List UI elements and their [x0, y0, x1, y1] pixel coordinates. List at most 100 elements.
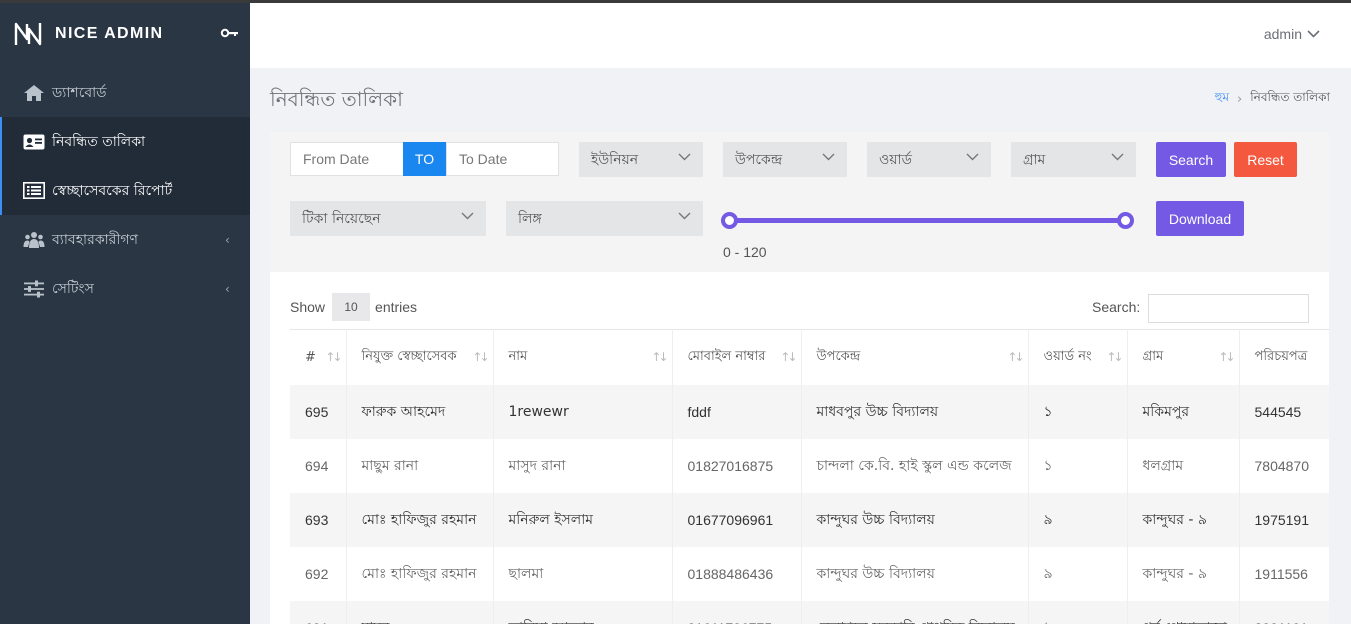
- row-id-card: 1975191: [1239, 492, 1329, 547]
- union-select[interactable]: ইউনিয়ন: [579, 142, 703, 177]
- row-id: 691: [290, 600, 347, 624]
- column-header[interactable]: # ↑↓: [290, 329, 347, 385]
- row-id: 694: [290, 438, 347, 493]
- row-name: মাসুদ রানা: [493, 438, 673, 493]
- row-volunteer: মোঃ হাফিজুর রহমান: [346, 492, 494, 547]
- sidebar-item-users[interactable]: ব্যাবহারকারীগণ ‹: [0, 215, 250, 264]
- row-volunteer: মাছুম রানা: [346, 438, 494, 493]
- column-header[interactable]: ওয়ার্ড নং ↑↓: [1028, 329, 1128, 385]
- table-row[interactable]: 692 মোঃ হাফিজুর রহমান ছালমা 01888486436 …: [290, 546, 1329, 601]
- brand-name: NICE ADMIN: [55, 25, 164, 42]
- sidebar-item-dashboard[interactable]: ড্যাশবোর্ড: [0, 68, 250, 117]
- table-row[interactable]: 695 ফারুক আহমেদ 1rewewr fddf মাধবপুর উচ্…: [290, 384, 1329, 439]
- from-date-input[interactable]: From Date: [290, 142, 404, 176]
- users-icon: [23, 231, 45, 249]
- row-id: 692: [290, 546, 347, 601]
- table-header-row: # ↑↓ নিযুক্ত স্বেচ্ছাসেবক ↑↓ নাম ↑↓ মোবাইল …: [290, 329, 1329, 385]
- page-title: নিবন্ধিত তালিকা: [270, 87, 403, 111]
- user-name: admin: [1263, 26, 1302, 42]
- vaccinated-select-value: টিকা নিয়েছেন: [302, 210, 381, 227]
- row-mobile: fddf: [672, 384, 802, 439]
- page-length-select[interactable]: 10: [332, 293, 371, 321]
- data-table-card: Show 10 entries Search: # ↑↓ নিযুক্ত স্বে…: [270, 272, 1329, 624]
- chevron-left-icon: ‹: [225, 233, 230, 247]
- subcenter-select-value: উপকেন্দ্র: [735, 151, 783, 168]
- sidebar-item-label: নিবন্ধিত তালিকা: [52, 133, 146, 150]
- column-header[interactable]: নিযুক্ত স্বেচ্ছাসেবক ↑↓: [346, 329, 494, 385]
- vaccinated-select[interactable]: টিকা নিয়েছেন: [290, 201, 486, 236]
- row-volunteer: মামুন: [346, 600, 494, 624]
- chevron-left-icon: ‹: [225, 282, 230, 296]
- age-max-handle[interactable]: [1117, 212, 1134, 229]
- sidebar-item-label: ব্যাবহারকারীগণ: [52, 231, 139, 248]
- row-ward: ১: [1028, 438, 1128, 493]
- row-id: 693: [290, 492, 347, 547]
- filter-panel: From Date TO To Date ইউনিয়ন উপকেন্দ্র ও…: [270, 132, 1329, 272]
- sidebar-item-registered-list[interactable]: নিবন্ধিত তালিকা: [0, 117, 250, 166]
- row-mobile: 01611706775: [672, 600, 802, 624]
- sidebar-item-label: ড্যাশবোর্ড: [52, 84, 107, 101]
- age-range-slider[interactable]: [730, 218, 1127, 223]
- row-subcenter: বেলাশহর সরকারি প্রাথমিক বিদ্যালয়: [801, 600, 1029, 624]
- breadcrumb-current: নিবন্ধিত তালিকা: [1250, 90, 1330, 104]
- column-header[interactable]: উপকেন্দ্র ↑↓: [801, 329, 1029, 385]
- sidebar-nav: ড্যাশবোর্ড নিবন্ধিত তালিকা স্বেচ্ছাসেবকে…: [0, 68, 250, 313]
- row-village: পূর্ব পোয়াতাজা: [1127, 600, 1240, 624]
- row-id-card: 1911556: [1239, 546, 1329, 601]
- village-select[interactable]: গ্রাম: [1011, 142, 1136, 177]
- chevron-right-icon: ›: [1237, 91, 1243, 107]
- sort-icon: ↑↓: [1007, 350, 1024, 364]
- list-icon: [23, 182, 45, 200]
- chevron-down-icon: [678, 153, 691, 161]
- row-id-card: 544545: [1239, 384, 1329, 439]
- row-mobile: 01677096961: [672, 492, 802, 547]
- gender-select[interactable]: লিঙ্গ: [506, 201, 703, 236]
- ward-select-value: ওয়ার্ড: [879, 151, 912, 168]
- id-card-icon: [23, 133, 45, 151]
- row-ward: ৯: [1028, 546, 1128, 601]
- chevron-down-icon: [1111, 153, 1124, 161]
- sidebar-item-label: সেটিংস: [52, 280, 94, 297]
- column-header[interactable]: গ্রাম ↑↓: [1127, 329, 1240, 385]
- column-label: গ্রাম: [1142, 348, 1164, 364]
- table-row[interactable]: 691 মামুন তানিয়া আক্তার 01611706775 বেল…: [290, 600, 1329, 624]
- user-menu[interactable]: admin: [1264, 26, 1320, 42]
- table-search-input[interactable]: [1148, 294, 1309, 323]
- row-name: 1rewewr: [493, 384, 673, 439]
- chevron-down-icon: [678, 212, 691, 220]
- download-button[interactable]: Download: [1156, 201, 1244, 236]
- village-select-value: গ্রাম: [1023, 151, 1046, 168]
- sidebar-item-volunteer-report[interactable]: স্বেচ্ছাসেবকের রিপোর্ট: [0, 166, 250, 215]
- column-label: উপকেন্দ্র: [816, 348, 861, 364]
- age-min-handle[interactable]: [721, 212, 738, 229]
- row-subcenter: কান্দুঘর উচ্চ বিদ্যালয়: [801, 492, 1029, 547]
- table-row[interactable]: 694 মাছুম রানা মাসুদ রানা 01827016875 চা…: [290, 438, 1329, 493]
- row-village: কান্দুঘর - ৯: [1127, 546, 1240, 601]
- reset-button[interactable]: Reset: [1234, 142, 1297, 177]
- to-date-input[interactable]: To Date: [446, 142, 559, 176]
- sidebar-item-settings[interactable]: সেটিংস ‹: [0, 264, 250, 313]
- sort-icon: ↑↓: [651, 350, 668, 364]
- top-border: [0, 0, 1351, 3]
- column-label: মোবাইল নাম্বার: [687, 348, 766, 364]
- registrations-table: # ↑↓ নিযুক্ত স্বেচ্ছাসেবক ↑↓ নাম ↑↓ মোবাইল …: [290, 329, 1329, 624]
- key-icon[interactable]: [220, 27, 240, 39]
- column-header[interactable]: নাম ↑↓: [493, 329, 673, 385]
- brand[interactable]: NICE ADMIN: [0, 0, 250, 68]
- top-header: admin: [250, 3, 1351, 68]
- row-name: তানিয়া আক্তার: [493, 600, 673, 624]
- subcenter-select[interactable]: উপকেন্দ্র: [723, 142, 847, 177]
- row-id-card: 2001191: [1239, 600, 1329, 624]
- row-ward: ৯: [1028, 492, 1128, 547]
- column-header[interactable]: মোবাইল নাম্বার ↑↓: [672, 329, 802, 385]
- column-label: নাম: [508, 348, 528, 364]
- column-header[interactable]: পরিচয়পত্র: [1239, 329, 1329, 385]
- row-ward: ১: [1028, 600, 1128, 624]
- search-button[interactable]: Search: [1156, 142, 1226, 177]
- breadcrumb-home-link[interactable]: হুম: [1215, 89, 1229, 109]
- row-id-card: 7804870: [1239, 438, 1329, 493]
- sort-icon: ↑↓: [780, 350, 797, 364]
- ward-select[interactable]: ওয়ার্ড: [867, 142, 991, 177]
- table-row[interactable]: 693 মোঃ হাফিজুর রহমান মনিরুল ইসলাম 01677…: [290, 492, 1329, 547]
- sort-icon: ↑↓: [325, 350, 342, 364]
